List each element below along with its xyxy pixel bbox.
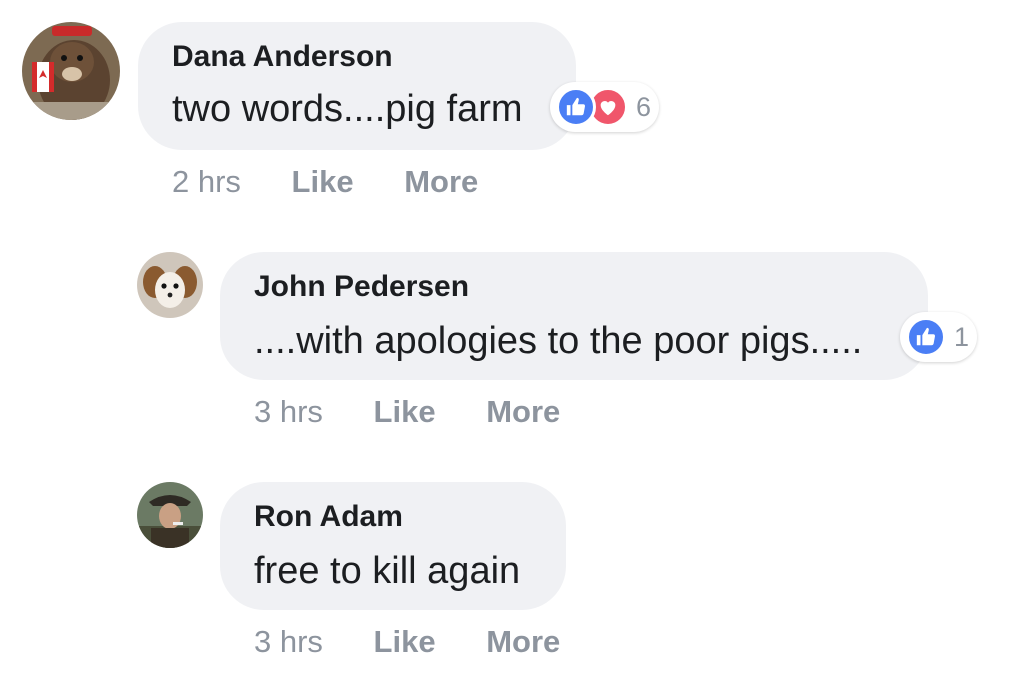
like-button[interactable]: Like — [374, 394, 436, 429]
thumbs-up-icon — [556, 87, 596, 127]
comment-author[interactable]: Dana Anderson — [172, 40, 393, 74]
comment-actions: 3 hrs Like More — [254, 624, 560, 660]
like-button[interactable]: Like — [292, 164, 354, 199]
comment-text: free to kill again — [254, 550, 521, 592]
timestamp[interactable]: 3 hrs — [254, 394, 323, 429]
more-button[interactable]: More — [486, 394, 560, 429]
more-button[interactable]: More — [486, 624, 560, 659]
comment-text: ....with apologies to the poor pigs..... — [254, 320, 863, 362]
timestamp[interactable]: 3 hrs — [254, 624, 323, 659]
comment-actions: 3 hrs Like More — [254, 394, 560, 430]
reaction-summary[interactable]: 6 — [550, 82, 660, 132]
like-button[interactable]: Like — [374, 624, 436, 659]
comment-author[interactable]: Ron Adam — [254, 500, 403, 534]
comment-author[interactable]: John Pedersen — [254, 270, 469, 304]
comment-text: two words....pig farm — [172, 88, 523, 130]
reaction-count: 1 — [954, 321, 970, 352]
more-button[interactable]: More — [404, 164, 478, 199]
timestamp[interactable]: 2 hrs — [172, 164, 241, 199]
avatar[interactable] — [137, 482, 203, 548]
reaction-count: 6 — [636, 91, 652, 122]
avatar[interactable] — [22, 22, 120, 120]
thumbs-up-icon — [906, 317, 946, 357]
comment-actions: 2 hrs Like More — [172, 164, 478, 200]
avatar[interactable] — [137, 252, 203, 318]
reaction-summary[interactable]: 1 — [900, 312, 978, 362]
